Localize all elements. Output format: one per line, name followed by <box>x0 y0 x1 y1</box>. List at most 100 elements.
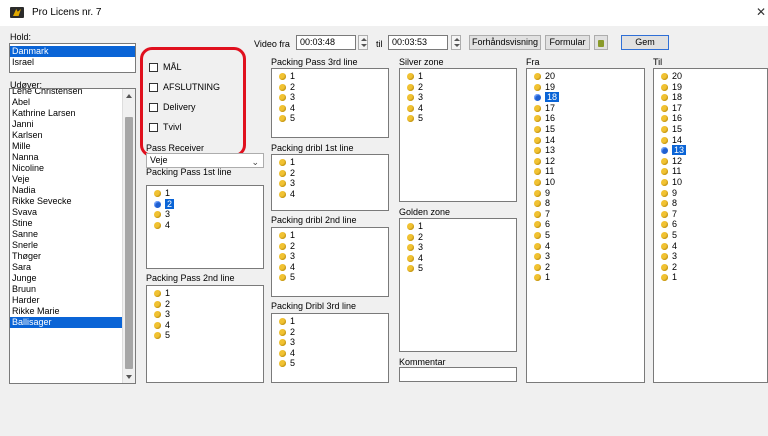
udover-list[interactable]: Lene Christensen Abel Kathrine Larsen Janni… <box>10 89 122 328</box>
radio-option[interactable]: 2 <box>654 262 767 273</box>
radio-option[interactable]: 2 <box>147 198 263 210</box>
radio-option[interactable]: 19 <box>654 82 767 93</box>
fra-radio-group[interactable]: 20 19 18 17 16 15 14 13 12 11 10 9 8 7 6 5 4 3 2 1 <box>526 68 645 383</box>
scroll-down-icon[interactable] <box>126 375 132 379</box>
radio-option[interactable]: 5 <box>527 230 644 241</box>
radio-option[interactable]: 16 <box>527 113 644 124</box>
radio-option[interactable]: 15 <box>654 124 767 135</box>
radio-option[interactable]: 5 <box>654 230 767 241</box>
radio-option[interactable]: 5 <box>272 272 388 283</box>
radio-option[interactable]: 16 <box>654 113 767 124</box>
preview-button[interactable]: Forhåndsvisning <box>469 35 541 50</box>
radio-option[interactable]: 7 <box>527 209 644 220</box>
radio-option[interactable]: 8 <box>654 198 767 209</box>
video-to-spinner[interactable] <box>451 35 461 50</box>
radio-option[interactable]: 3 <box>272 337 388 348</box>
radio-option[interactable]: 4 <box>272 262 388 273</box>
udover-list-box[interactable]: Lene Christensen Abel Kathrine Larsen Janni… <box>9 88 136 384</box>
radio-option[interactable]: 7 <box>654 209 767 220</box>
silver-radio-group[interactable]: 12345 <box>399 68 517 202</box>
radio-option[interactable]: 2 <box>272 168 388 179</box>
udover-item[interactable]: Nadia <box>10 185 122 196</box>
radio-option[interactable]: 2 <box>272 241 388 252</box>
hold-item[interactable]: Israel <box>10 57 135 68</box>
udover-item[interactable]: Snerle <box>10 240 122 251</box>
radio-option[interactable]: 13 <box>527 145 644 156</box>
pp2-radio-group[interactable]: 12345 <box>146 285 264 383</box>
radio-option[interactable]: 3 <box>527 251 644 262</box>
checkbox[interactable] <box>149 63 158 72</box>
bag-icon-button[interactable] <box>594 35 608 50</box>
radio-option[interactable]: 3 <box>147 309 263 320</box>
checkbox[interactable] <box>149 83 158 92</box>
radio-option[interactable]: 4 <box>272 103 388 114</box>
udover-item[interactable]: Thøger <box>10 251 122 262</box>
pass-receiver-select[interactable]: Veje ⌄ <box>146 153 264 168</box>
radio-option[interactable]: 1 <box>147 188 263 199</box>
udover-item[interactable]: Veje <box>10 174 122 185</box>
pd2-radio-group[interactable]: 12345 <box>271 227 389 297</box>
radio-option[interactable]: 2 <box>400 232 516 243</box>
golden-radio-group[interactable]: 12345 <box>399 218 517 352</box>
radio-option[interactable]: 6 <box>654 219 767 230</box>
radio-option[interactable]: 1 <box>272 316 388 327</box>
udover-item[interactable]: Stine <box>10 218 122 229</box>
udover-item[interactable]: Junge <box>10 273 122 284</box>
hold-list[interactable]: Danmark Israel <box>9 43 136 73</box>
radio-option[interactable]: 18 <box>654 92 767 103</box>
radio-option[interactable]: 3 <box>272 251 388 262</box>
radio-option[interactable]: 5 <box>272 358 388 369</box>
udover-item[interactable]: Janni <box>10 119 122 130</box>
radio-option[interactable]: 11 <box>527 166 644 177</box>
pd1-radio-group[interactable]: 1234 <box>271 154 389 211</box>
radio-option[interactable]: 19 <box>527 82 644 93</box>
video-from-input[interactable]: 00:03:48 <box>296 35 356 50</box>
radio-option[interactable]: 18 <box>527 92 644 103</box>
radio-option[interactable]: 4 <box>272 348 388 359</box>
udover-item[interactable]: Karlsen <box>10 130 122 141</box>
radio-option[interactable]: 2 <box>400 82 516 93</box>
radio-option[interactable]: 15 <box>527 124 644 135</box>
radio-option[interactable]: 1 <box>272 230 388 241</box>
form-button[interactable]: Formular <box>545 35 590 50</box>
radio-option[interactable]: 5 <box>400 113 516 124</box>
radio-option[interactable]: 5 <box>400 263 516 274</box>
radio-option[interactable]: 2 <box>527 262 644 273</box>
udover-item[interactable]: Sara <box>10 262 122 273</box>
radio-option[interactable]: 3 <box>272 92 388 103</box>
radio-option[interactable]: 20 <box>527 71 644 82</box>
radio-option[interactable]: 4 <box>147 320 263 331</box>
radio-option[interactable]: 1 <box>147 288 263 299</box>
udover-item[interactable]: Rikke Sevecke <box>10 196 122 207</box>
radio-option[interactable]: 4 <box>527 241 644 252</box>
pd3-radio-group[interactable]: 12345 <box>271 313 389 383</box>
radio-option[interactable]: 3 <box>400 92 516 103</box>
radio-option[interactable]: 3 <box>272 178 388 189</box>
radio-option[interactable]: 1 <box>527 272 644 283</box>
radio-option[interactable]: 2 <box>272 82 388 93</box>
radio-option[interactable]: 11 <box>654 166 767 177</box>
udover-item[interactable]: Sanne <box>10 229 122 240</box>
pp1-radio-group[interactable]: 1234 <box>146 185 264 269</box>
radio-option[interactable]: 3 <box>654 251 767 262</box>
udover-item[interactable]: Harder <box>10 295 122 306</box>
video-from-spinner[interactable] <box>358 35 368 50</box>
radio-option[interactable]: 4 <box>400 103 516 114</box>
radio-option[interactable]: 3 <box>400 242 516 253</box>
udover-item[interactable]: Svava <box>10 207 122 218</box>
radio-option[interactable]: 4 <box>272 189 388 200</box>
radio-option[interactable]: 3 <box>147 209 263 220</box>
radio-option[interactable]: 2 <box>147 299 263 310</box>
udover-item[interactable]: Nicoline <box>10 163 122 174</box>
radio-option[interactable]: 10 <box>654 177 767 188</box>
udover-item[interactable]: Bruun <box>10 284 122 295</box>
radio-option[interactable]: 13 <box>654 145 767 156</box>
radio-option[interactable]: 4 <box>400 253 516 264</box>
udover-item[interactable]: Mille <box>10 141 122 152</box>
radio-option[interactable]: 1 <box>272 157 388 168</box>
scroll-thumb[interactable] <box>125 117 133 369</box>
radio-option[interactable]: 2 <box>272 327 388 338</box>
radio-option[interactable]: 6 <box>527 219 644 230</box>
radio-option[interactable]: 12 <box>527 156 644 167</box>
udover-item[interactable]: Rikke Marie <box>10 306 122 317</box>
